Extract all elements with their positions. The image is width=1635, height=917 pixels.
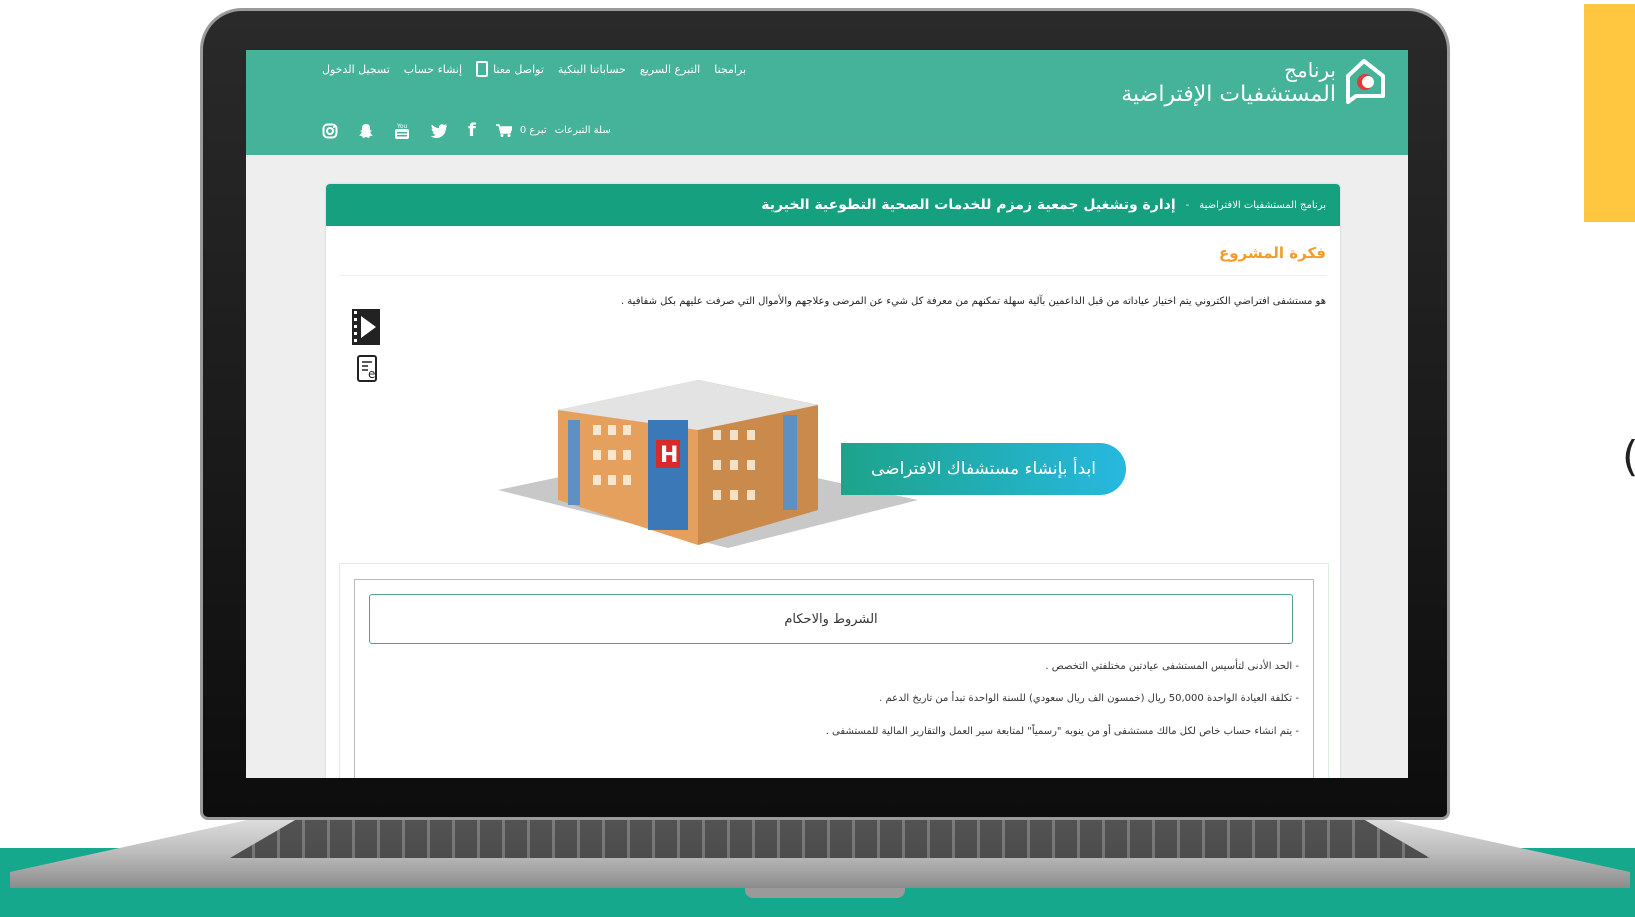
- site-header: برنامج المستشفيات الإفتراضية برامجنا الت…: [246, 50, 1408, 155]
- cart-label: سلة التبرعات: [554, 125, 611, 136]
- instagram-icon[interactable]: [322, 123, 338, 139]
- logo-line1: برنامج: [1284, 58, 1336, 82]
- twitter-icon[interactable]: [430, 123, 448, 139]
- project-description: هو مستشفى افتراضي الكتروني يتم اختيار عي…: [620, 296, 1326, 307]
- svg-text:H: H: [660, 443, 678, 468]
- terms-title: الشروط والاحكام: [369, 594, 1293, 644]
- yellow-accent-block: [1584, 4, 1635, 222]
- top-nav: برامجنا التبرع السريع حساباتنا البنكية ت…: [322, 61, 746, 77]
- site-logo[interactable]: برنامج المستشفيات الإفتراضية: [1121, 58, 1336, 108]
- nav-login[interactable]: تسجيل الدخول: [322, 63, 390, 76]
- nav-quick-donate[interactable]: التبرع السريع: [640, 63, 700, 76]
- youtube-icon[interactable]: You: [394, 122, 410, 140]
- terms-item: - يتم انشاء حساب خاص لكل مالك مستشفى أو …: [825, 726, 1299, 737]
- section-title: فكرة المشروع: [1219, 244, 1326, 262]
- page-title: إدارة وتشغيل جمعية زمزم للخدمات الصحية ا…: [761, 197, 1176, 213]
- cart-count: 0 تبرع: [519, 125, 547, 136]
- divider: [340, 275, 1326, 276]
- cart-icon: [495, 124, 512, 137]
- logo-line2: المستشفيات الإفتراضية: [1121, 82, 1336, 107]
- terms-item: - تكلفة العيادة الواحدة 50,000 ريال (خمس…: [879, 693, 1299, 704]
- terms-panel: الشروط والاحكام - الحد الأدنى لتأسيس الم…: [354, 579, 1314, 778]
- svg-text:e: e: [368, 367, 375, 381]
- logo-house-icon: [1346, 59, 1385, 104]
- svg-text:You: You: [396, 123, 408, 130]
- breadcrumb-separator: -: [1185, 199, 1190, 211]
- project-card: إدارة وتشغيل جمعية زمزم للخدمات الصحية ا…: [326, 184, 1340, 778]
- ebook-icon[interactable]: e: [356, 354, 380, 384]
- laptop-screen: برنامج المستشفيات الإفتراضية برامجنا الت…: [246, 50, 1408, 778]
- nav-programs[interactable]: برامجنا: [714, 63, 746, 76]
- laptop-notch: [745, 888, 905, 898]
- create-hospital-button[interactable]: ابدأ بإنشاء مستشفاك الافتراضى: [841, 443, 1126, 495]
- edge-glyph: (: [1622, 432, 1635, 481]
- cart-link[interactable]: 0 تبرع سلة التبرعات: [495, 124, 611, 137]
- header-row2: You f 0 تبرع سلة التبرعات: [322, 120, 611, 141]
- terms-item: - الحد الأدنى لتأسيس المستشفى عيادتين مخ…: [1045, 661, 1299, 672]
- breadcrumb-parent[interactable]: برنامج المستشفيات الافتراضية: [1199, 200, 1326, 211]
- snapchat-icon[interactable]: [358, 123, 374, 139]
- facebook-icon[interactable]: f: [468, 120, 476, 141]
- breadcrumb: إدارة وتشغيل جمعية زمزم للخدمات الصحية ا…: [326, 184, 1340, 226]
- video-icon[interactable]: [351, 308, 381, 346]
- nav-register[interactable]: إنشاء حساب: [404, 63, 462, 76]
- phone-icon: [476, 61, 489, 77]
- terms-section: الشروط والاحكام - الحد الأدنى لتأسيس الم…: [339, 563, 1329, 778]
- laptop-keyboard: [230, 816, 1430, 858]
- nav-bank-accounts[interactable]: حساباتنا البنكية: [558, 63, 626, 76]
- contact-label: تواصل معنا: [493, 62, 544, 76]
- nav-contact[interactable]: تواصل معنا: [476, 61, 544, 77]
